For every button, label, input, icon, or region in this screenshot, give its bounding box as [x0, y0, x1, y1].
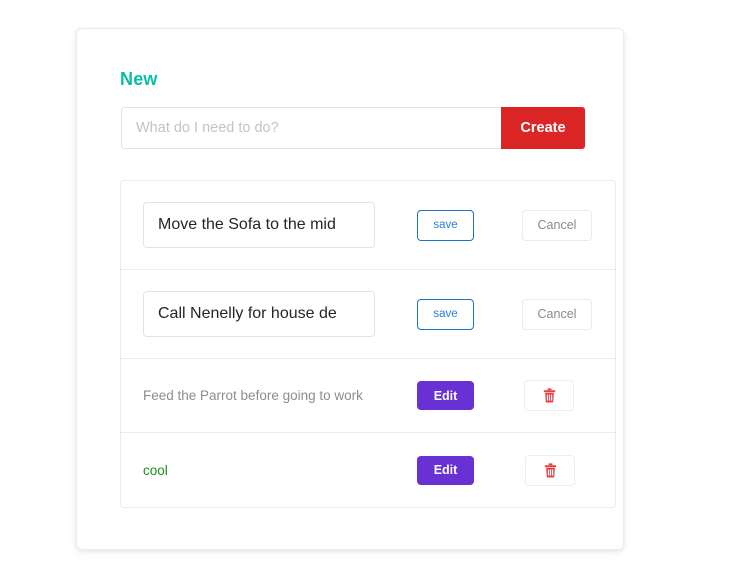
trash-icon [543, 388, 555, 403]
cancel-button[interactable]: Cancel [522, 209, 592, 241]
save-button[interactable]: save [417, 209, 474, 241]
save-button[interactable]: save [417, 298, 474, 330]
delete-button[interactable] [524, 380, 574, 411]
create-button[interactable]: Create [501, 107, 585, 149]
page-title: New [120, 69, 158, 89]
todo-row-actions: Edit [417, 380, 593, 411]
todo-row: save Cancel [121, 270, 615, 359]
todo-text: cool [143, 462, 168, 478]
todo-edit-input[interactable] [143, 291, 375, 337]
delete-button[interactable] [525, 454, 575, 486]
todo-row-main: cool [143, 463, 417, 478]
app-root: New Create save Cancel [0, 0, 755, 570]
todo-row-main: Feed the Parrot before going to work [143, 388, 417, 403]
todo-row: Feed the Parrot before going to work Edi… [121, 359, 615, 433]
todo-row: save Cancel [121, 181, 615, 270]
edit-button[interactable]: Edit [417, 455, 474, 485]
edit-button[interactable]: Edit [417, 381, 474, 410]
cancel-button[interactable]: Cancel [522, 298, 592, 330]
todo-row: cool Edit [121, 433, 615, 507]
todo-row-main [143, 202, 417, 248]
todo-text: Feed the Parrot before going to work [143, 388, 363, 403]
todo-row-actions: save Cancel [417, 298, 593, 330]
todo-list: save Cancel save Cancel Feed the Parrot … [120, 180, 616, 508]
todo-panel: New Create save Cancel [76, 28, 624, 550]
todo-edit-input[interactable] [143, 202, 375, 248]
todo-row-actions: Edit [417, 454, 593, 486]
create-todo-form: Create [121, 107, 585, 149]
trash-icon [544, 462, 556, 477]
todo-row-actions: save Cancel [417, 209, 593, 241]
todo-row-main [143, 291, 417, 337]
new-todo-input[interactable] [121, 107, 501, 149]
